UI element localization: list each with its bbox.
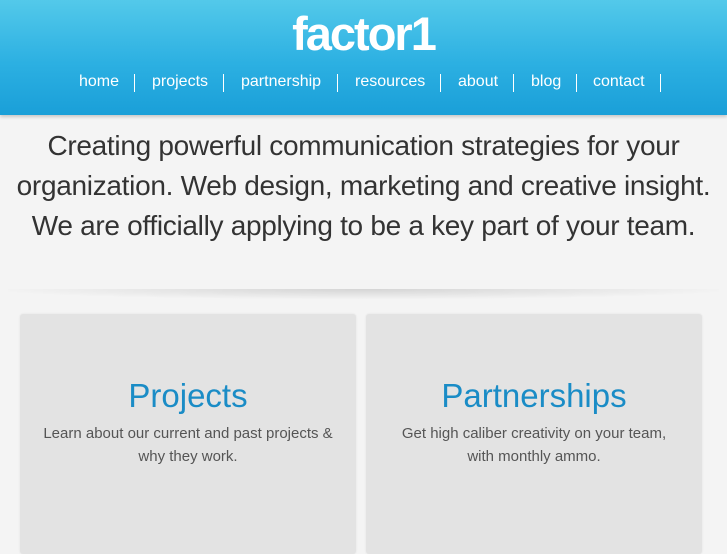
- nav-separator: [223, 74, 224, 92]
- partnerships-card[interactable]: Partnerships Get high caliber creativity…: [366, 314, 702, 554]
- hero-tagline: Creating powerful communication strategi…: [0, 126, 727, 246]
- section-divider: [8, 289, 719, 299]
- nav-separator: [337, 74, 338, 92]
- nav-item-blog[interactable]: blog: [531, 72, 561, 92]
- card-title[interactable]: Projects: [20, 376, 356, 416]
- nav-separator: [134, 74, 135, 92]
- site-logo[interactable]: factor1: [0, 6, 727, 62]
- nav-item-about[interactable]: about: [458, 72, 498, 92]
- nav-item-contact[interactable]: contact: [593, 72, 645, 92]
- nav-separator: [513, 74, 514, 92]
- nav-item-home[interactable]: home: [79, 72, 119, 92]
- nav-item-projects[interactable]: projects: [152, 72, 208, 92]
- card-description-line: Get high caliber creativity on your team…: [401, 425, 667, 442]
- hero-line: organization. Web design, marketing and …: [16, 170, 711, 201]
- card-description-line: with monthly ammo.: [467, 448, 601, 465]
- hero-line: Creating powerful communication strategi…: [47, 130, 680, 161]
- hero-line: We are officially applying to be a key p…: [31, 210, 696, 241]
- card-title[interactable]: Partnerships: [366, 376, 702, 416]
- nav-item-partnership[interactable]: partnership: [241, 72, 321, 92]
- nav-separator: [660, 74, 661, 92]
- nav-item-resources[interactable]: resources: [355, 72, 425, 92]
- main-nav: home projects partnership resources abou…: [0, 72, 727, 94]
- nav-separator: [576, 74, 577, 92]
- nav-separator: [440, 74, 441, 92]
- projects-card[interactable]: Projects Learn about our current and pas…: [20, 314, 356, 554]
- card-description: Learn about our current and past project…: [20, 422, 356, 468]
- card-description-line: why they work.: [138, 448, 238, 465]
- card-description-line: Learn about our current and past project…: [43, 425, 333, 442]
- site-header: factor1 home projects partnership resour…: [0, 0, 727, 115]
- card-description: Get high caliber creativity on your team…: [366, 422, 702, 468]
